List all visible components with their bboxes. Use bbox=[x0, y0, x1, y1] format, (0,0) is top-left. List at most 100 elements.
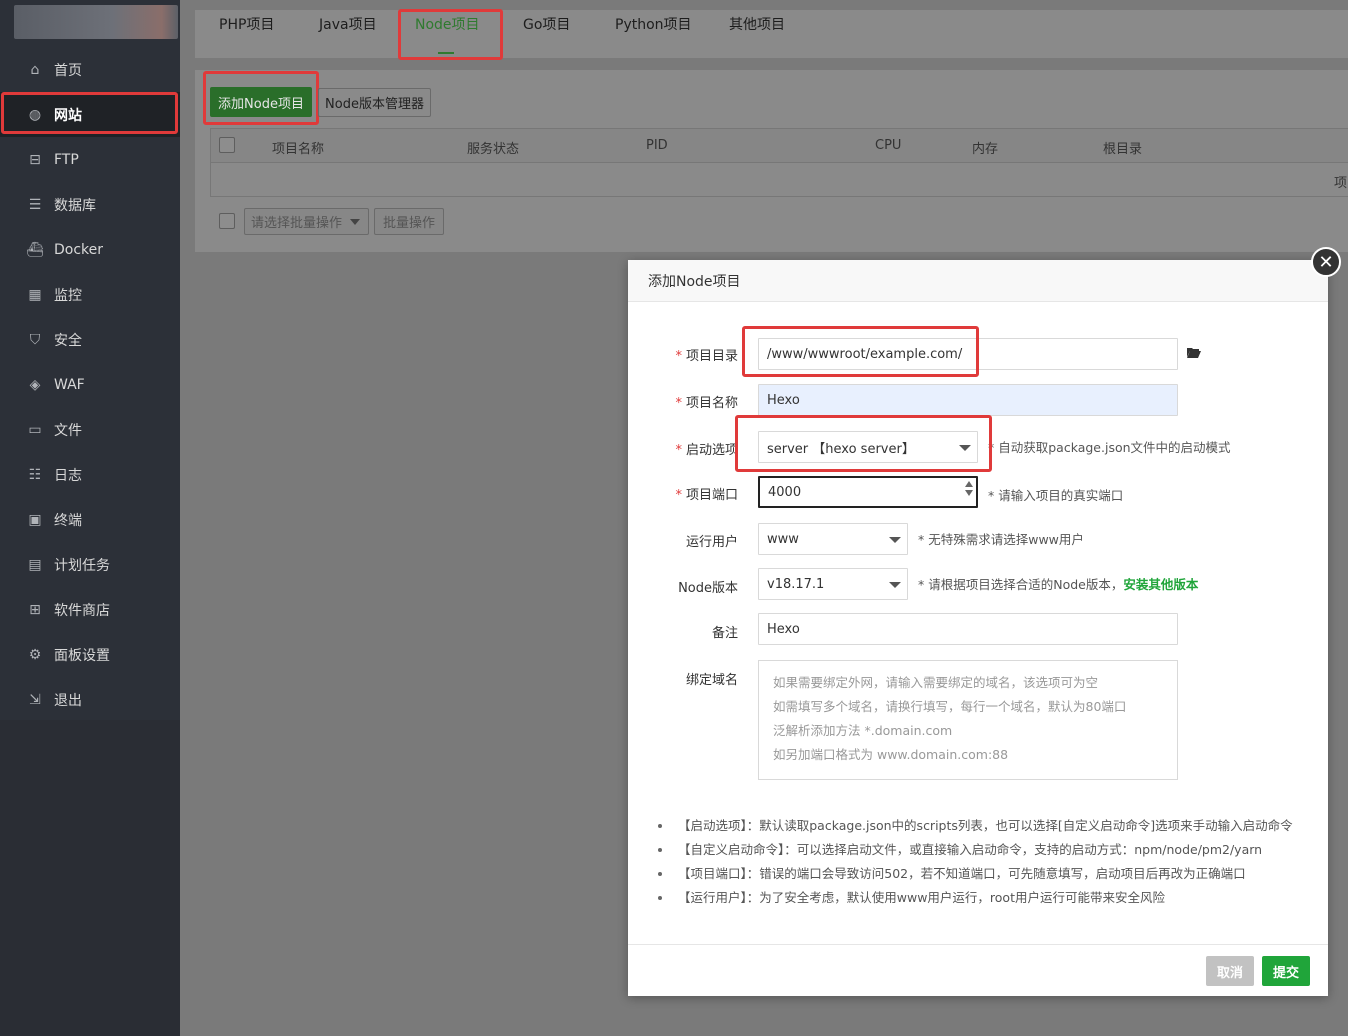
node-version-label: Node版本 bbox=[678, 581, 738, 596]
remark-input[interactable]: Hexo bbox=[758, 613, 1178, 645]
table-header bbox=[210, 128, 1348, 163]
port-label: * 项目端口 bbox=[675, 488, 738, 503]
submit-button[interactable]: 提交 bbox=[1262, 956, 1310, 986]
sidebar-item-database[interactable]: ☰ 数据库 bbox=[0, 182, 180, 227]
run-user-hint: * 无特殊需求请选择www用户 bbox=[918, 532, 1084, 547]
monitor-icon: ▦ bbox=[28, 286, 42, 303]
note-item: 【自定义启动命令】：可以选择启动文件，或直接输入启动命令，支持的启动方式：npm… bbox=[656, 840, 1296, 864]
sidebar-item-label: 退出 bbox=[54, 692, 82, 709]
tab-other[interactable]: 其他项目 bbox=[729, 0, 785, 48]
highlight-box bbox=[1, 92, 178, 134]
close-dialog-button[interactable]: ✕ bbox=[1311, 247, 1341, 277]
start-option-label: * 启动选项 bbox=[675, 443, 738, 458]
sidebar-item-files[interactable]: ▭ 文件 bbox=[0, 407, 180, 452]
sidebar-item-label: 监控 bbox=[54, 287, 82, 304]
note-item: 【项目端口】：错误的端口会导致访问502，若不知道端口，可先随意填写，启动项目后… bbox=[656, 864, 1296, 888]
sidebar-item-label: 数据库 bbox=[54, 197, 96, 214]
run-user-select[interactable]: www bbox=[758, 523, 908, 555]
sidebar-item-settings[interactable]: ⚙ 面板设置 bbox=[0, 632, 180, 677]
table-body bbox=[210, 162, 1348, 197]
sidebar-item-cron[interactable]: ▤ 计划任务 bbox=[0, 542, 180, 587]
sidebar-item-logs[interactable]: ☷ 日志 bbox=[0, 452, 180, 497]
domain-placeholder-line: 如另加端口格式为 www.domain.com:88 bbox=[773, 747, 1009, 762]
note-item: 【运行用户】：为了安全考虑，默认使用www用户运行，root用户运行可能带来安全… bbox=[656, 888, 1296, 912]
column-header[interactable]: 服务状态 bbox=[467, 138, 519, 157]
tab-go[interactable]: Go项目 bbox=[523, 0, 570, 48]
apps-icon: ⊞ bbox=[29, 601, 41, 618]
gear-icon: ⚙ bbox=[28, 646, 42, 663]
column-header[interactable]: 项目名称 bbox=[272, 138, 324, 157]
batch-select-placeholder: 请选择批量操作 bbox=[251, 216, 343, 231]
highlight-box bbox=[398, 9, 503, 60]
folder-open-icon[interactable] bbox=[1186, 345, 1204, 361]
project-name-label: * 项目名称 bbox=[675, 396, 738, 411]
run-user-label: 运行用户 bbox=[685, 535, 738, 550]
batch-operation-button[interactable]: 批量操作 bbox=[374, 208, 444, 235]
table-empty-text: 项 bbox=[1334, 176, 1348, 191]
column-header: 内存 bbox=[972, 142, 999, 157]
port-stepper[interactable] bbox=[964, 478, 974, 506]
dialog-title: 添加Node项目 bbox=[628, 260, 1328, 302]
note-item: 【启动选项】：默认读取package.json中的scripts列表，也可以选择… bbox=[656, 816, 1296, 840]
shield-icon: ⛉ bbox=[29, 331, 41, 348]
tab-java[interactable]: Java项目 bbox=[319, 0, 377, 48]
highlight-box bbox=[735, 415, 992, 472]
remark-label: 备注 bbox=[711, 626, 738, 641]
cancel-button[interactable]: 取消 bbox=[1206, 956, 1254, 986]
sidebar-item-label: 终端 bbox=[54, 512, 82, 529]
chevron-down-icon bbox=[889, 582, 901, 588]
sidebar-item-monitor[interactable]: ▦ 监控 bbox=[0, 272, 180, 317]
folder-icon: ▭ bbox=[28, 421, 42, 438]
sidebar-item-label: 面板设置 bbox=[54, 647, 110, 664]
domain-placeholder-line: 泛解析添加方法 *.domain.com bbox=[773, 723, 953, 738]
project-dir-label: * 项目目录 bbox=[675, 349, 738, 364]
sidebar-item-label: Docker bbox=[54, 241, 104, 258]
logo bbox=[14, 5, 178, 39]
sidebar-item-label: 文件 bbox=[54, 422, 82, 439]
domain-placeholder-line: 如需填写多个域名，请换行填写，每行一个域名，默认为80端口 bbox=[773, 699, 1127, 714]
sidebar-item-label: 首页 bbox=[54, 62, 82, 79]
calendar-icon: ▤ bbox=[28, 556, 42, 573]
sidebar-item-security[interactable]: ⛉ 安全 bbox=[0, 317, 180, 362]
sidebar-item-terminal[interactable]: ▣ 终端 bbox=[0, 497, 180, 542]
port-hint: * 请输入项目的真实端口 bbox=[988, 488, 1124, 503]
node-version-hint: * 请根据项目选择合适的Node版本，安装其他版本 bbox=[918, 577, 1199, 592]
sidebar-item-home[interactable]: ⌂ 首页 bbox=[0, 47, 180, 92]
sidebar-item-label: 安全 bbox=[54, 332, 82, 349]
port-input[interactable]: 4000 bbox=[758, 476, 978, 508]
sidebar-item-label: 计划任务 bbox=[54, 557, 110, 574]
sidebar-item-label: 日志 bbox=[54, 467, 82, 484]
highlight-box bbox=[742, 326, 979, 377]
tab-php[interactable]: PHP项目 bbox=[219, 0, 274, 48]
batch-checkbox[interactable] bbox=[219, 213, 235, 229]
highlight-box bbox=[203, 71, 319, 125]
sidebar-item-store[interactable]: ⊞ 软件商店 bbox=[0, 587, 180, 632]
sidebar-item-label: FTP bbox=[54, 151, 79, 168]
terminal-icon: ▣ bbox=[28, 511, 42, 528]
sidebar-item-label: 软件商店 bbox=[54, 602, 110, 619]
sidebar-item-logout[interactable]: ⇲ 退出 bbox=[0, 677, 180, 722]
domain-textarea[interactable]: 如果需要绑定外网，请输入需要绑定的域名，该选项可为空 如需填写多个域名，请换行填… bbox=[758, 660, 1178, 780]
database-icon: ☰ bbox=[28, 196, 42, 213]
ftp-icon: ⊟ bbox=[29, 151, 41, 168]
batch-operation-select[interactable]: 请选择批量操作 bbox=[244, 208, 369, 235]
help-notes: 【启动选项】：默认读取package.json中的scripts列表，也可以选择… bbox=[656, 816, 1296, 912]
home-icon: ⌂ bbox=[30, 61, 40, 78]
sidebar-item-ftp[interactable]: ⊟ FTP bbox=[0, 137, 180, 182]
column-header: CPU bbox=[875, 138, 902, 153]
project-name-input[interactable]: Hexo bbox=[758, 384, 1178, 416]
domain-label: 绑定域名 bbox=[685, 673, 738, 688]
start-option-hint: * 自动获取package.json文件中的启动模式 bbox=[988, 440, 1231, 455]
node-version-select[interactable]: v18.17.1 bbox=[758, 568, 908, 600]
waf-icon: ◈ bbox=[29, 376, 41, 393]
logout-icon: ⇲ bbox=[29, 691, 41, 708]
sidebar-item-docker[interactable]: ⛴ Docker bbox=[0, 227, 180, 272]
select-all-checkbox[interactable] bbox=[219, 137, 235, 153]
column-header: PID bbox=[646, 138, 668, 153]
sidebar-item-waf[interactable]: ◈ WAF bbox=[0, 362, 180, 407]
log-icon: ☷ bbox=[28, 466, 42, 483]
tab-python[interactable]: Python项目 bbox=[615, 0, 692, 48]
chevron-down-icon bbox=[889, 537, 901, 543]
node-version-manager-button[interactable]: Node版本管理器 bbox=[318, 88, 431, 117]
install-other-version-link[interactable]: 安装其他版本 bbox=[1123, 577, 1198, 592]
